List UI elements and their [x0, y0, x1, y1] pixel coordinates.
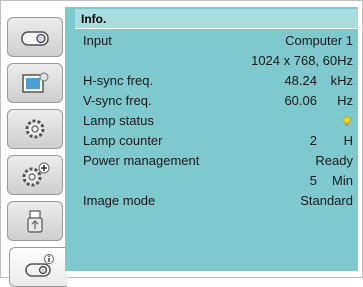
- usb-icon: [27, 210, 43, 233]
- sidebar-item-expanded[interactable]: [7, 155, 63, 195]
- power-timer-unit: Min: [332, 173, 353, 188]
- vsync-unit: Hz: [337, 93, 353, 108]
- info-row-input-detail: 1024 x 768, 60Hz: [83, 53, 353, 72]
- input-value: Computer 1: [285, 33, 353, 48]
- hsync-label: H-sync freq.: [83, 73, 154, 88]
- power-management-label: Power management: [83, 153, 200, 168]
- info-row-lamp-status: Lamp status: [83, 113, 353, 132]
- vsync-value: 60.06: [284, 93, 317, 108]
- hsync-value: 48.24: [284, 73, 317, 88]
- panel-title: Info.: [75, 9, 358, 29]
- lamp-counter-label: Lamp counter: [83, 133, 163, 148]
- gear-icon: [25, 119, 45, 139]
- info-row-power-timer: 5 Min: [83, 173, 353, 192]
- lamp-bulb-icon: [343, 116, 351, 126]
- vsync-label: V-sync freq.: [83, 93, 152, 108]
- input-label: Input: [83, 33, 112, 48]
- info-row-vsync: V-sync freq. 60.06 Hz: [83, 93, 353, 112]
- power-management-value: Ready: [315, 153, 353, 168]
- info-row-input: Input Computer 1: [83, 33, 353, 52]
- info-menu-window: Info. Input Computer 1 1024 x 768, 60Hz …: [0, 0, 363, 287]
- color-settings-icon: [22, 72, 49, 93]
- info-row-power-management: Power management Ready: [83, 153, 353, 172]
- image-mode-value: Standard: [300, 193, 353, 208]
- info-row-image-mode: Image mode Standard: [83, 193, 353, 212]
- info-row-hsync: H-sync freq. 48.24 kHz: [83, 73, 353, 92]
- display-icon: [21, 31, 49, 46]
- info-row-lamp-counter: Lamp counter 2 H: [83, 133, 353, 152]
- lamp-counter-unit: H: [343, 133, 353, 148]
- sidebar-item-color[interactable]: [7, 63, 63, 103]
- hsync-unit: kHz: [330, 73, 353, 88]
- sidebar-item-info[interactable]: [9, 247, 67, 287]
- lamp-counter-value: 2: [309, 133, 317, 148]
- lamp-status-label: Lamp status: [83, 113, 154, 128]
- gear-plus-icon: [22, 162, 50, 187]
- menu-sidebar: [3, 3, 67, 287]
- sidebar-item-setting[interactable]: [7, 109, 63, 149]
- sidebar-item-display[interactable]: [7, 17, 63, 57]
- power-timer-value: 5: [309, 173, 317, 188]
- input-signal-detail: 1024 x 768, 60Hz: [251, 53, 353, 68]
- image-mode-label: Image mode: [83, 193, 156, 208]
- sidebar-item-usb[interactable]: [7, 201, 63, 241]
